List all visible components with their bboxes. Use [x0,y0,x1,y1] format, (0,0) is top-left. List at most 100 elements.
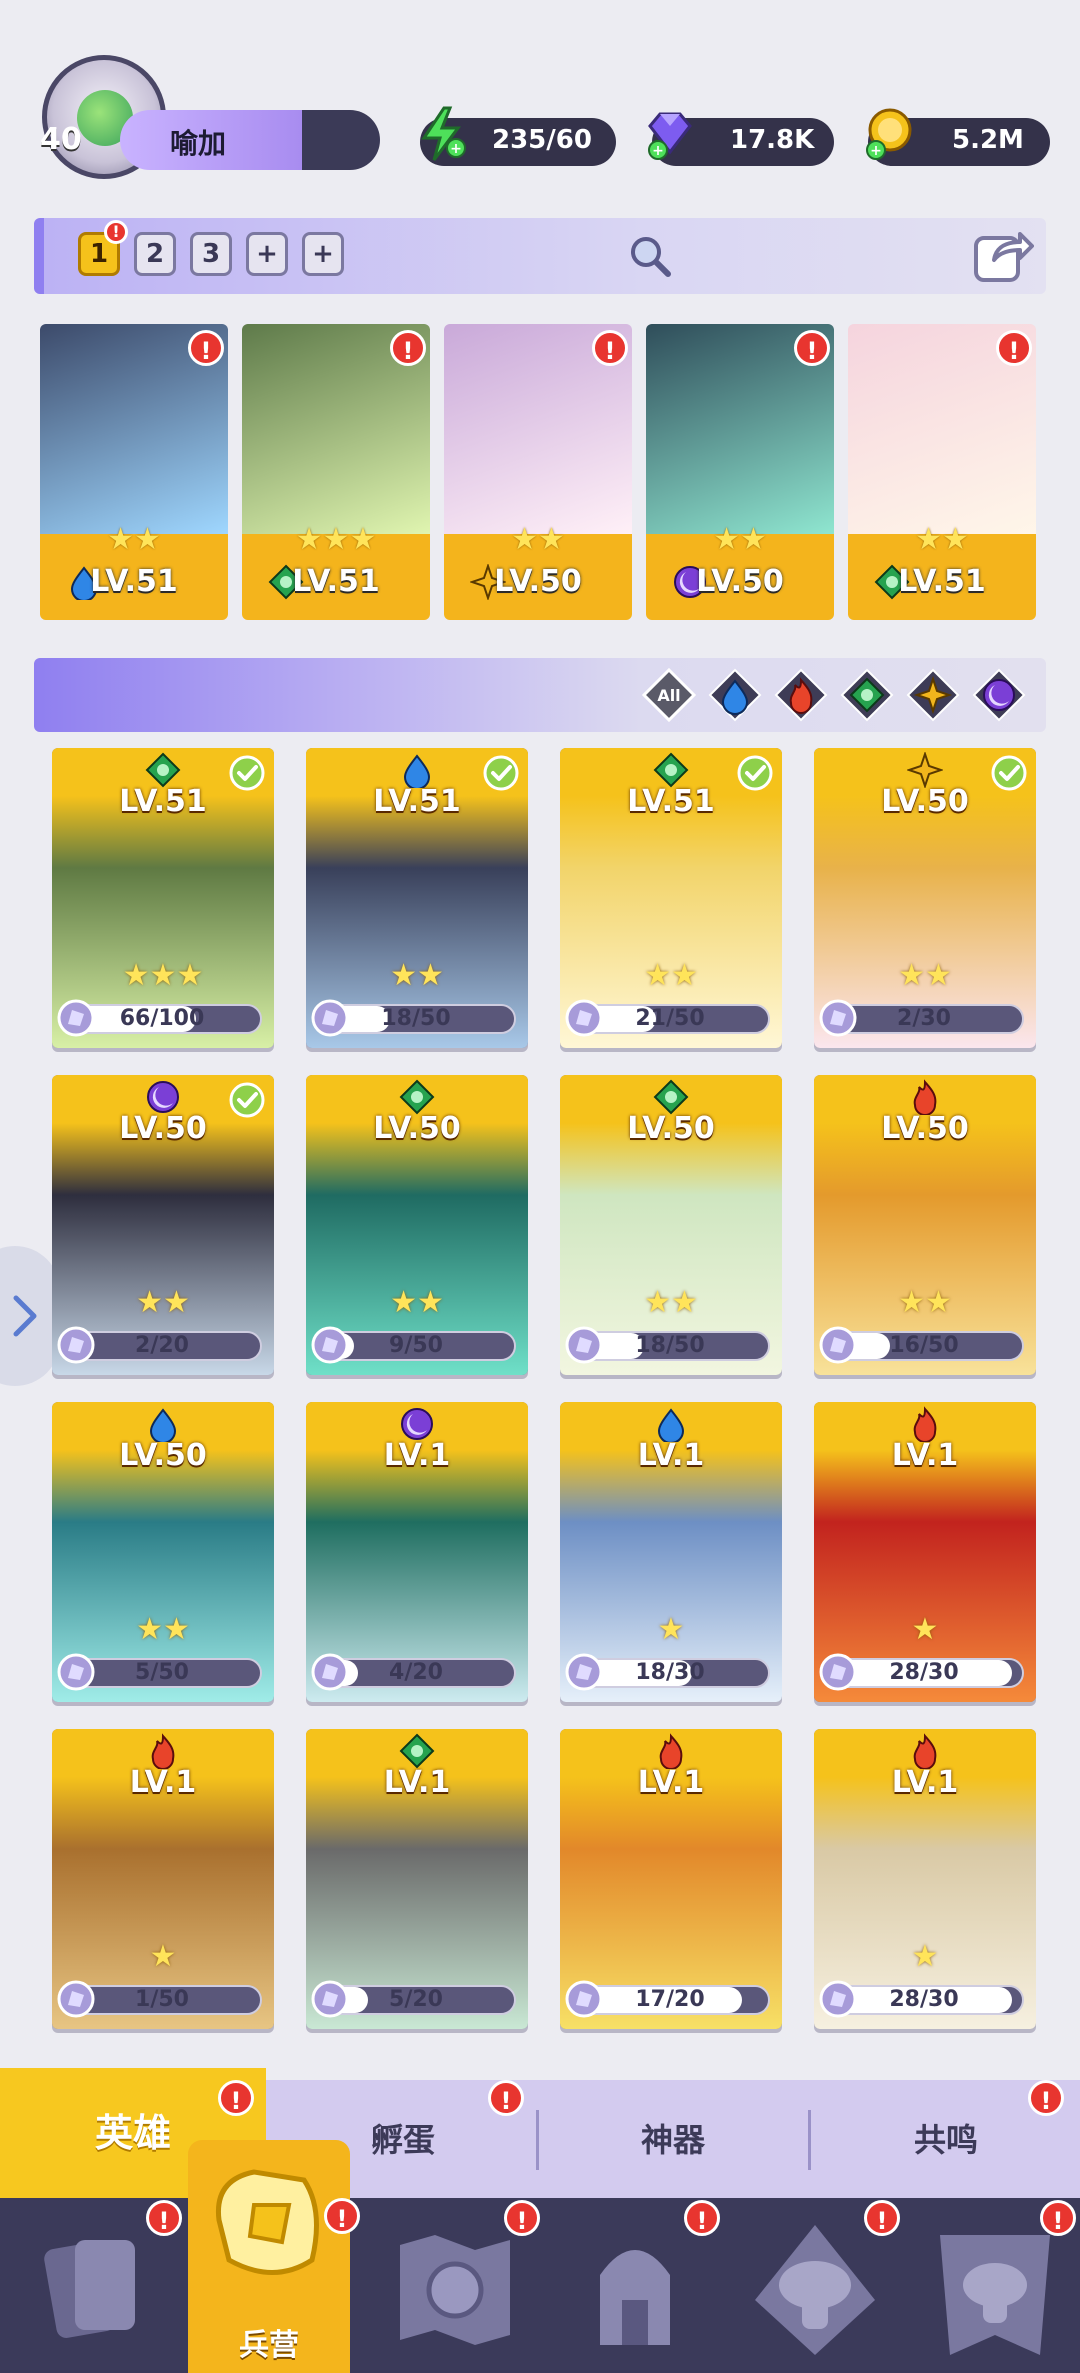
hero-card[interactable]: LV.50 ★★ 2/30 [814,748,1036,1048]
light-element-icon [905,750,945,790]
hero-shard-icon [565,1326,603,1364]
water-element-icon [657,1408,685,1444]
hero-shard-icon [565,999,603,1037]
team-slot-card[interactable]: ★★ LV.51 ! [40,324,228,620]
team-tab-3[interactable]: 3 [190,232,232,276]
star-rating: ★★ [107,522,161,557]
nav-map-alert-badge: ! [504,2200,540,2236]
hero-shard-icon [311,1653,349,1691]
subtab-artifacts[interactable]: 神器 [540,2085,806,2195]
nav-cards-icon[interactable] [20,2205,170,2365]
hero-shard-icon [565,1980,603,2018]
svg-text:+: + [870,143,882,159]
hero-card[interactable]: LV.50 ★★ 9/50 [306,1075,528,1375]
hero-card[interactable]: LV.50 ★★ 18/50 [560,1075,782,1375]
hero-shard-icon [819,999,857,1037]
element-badge [399,1079,435,1115]
team-tab-2[interactable]: 2 [134,232,176,276]
element-badge [905,750,945,790]
player-level: 40 [40,122,82,157]
share-icon[interactable] [972,224,1034,286]
element-badge [145,1079,181,1115]
subtab-heroes-alert-badge: ! [218,2080,254,2116]
element-badge [653,752,689,788]
fire-element-icon [913,1733,937,1770]
subtab-hatch-alert-badge: ! [488,2080,524,2116]
hero-card[interactable]: LV.50 ★★ 16/50 [814,1075,1036,1375]
energy-icon[interactable]: + [412,104,472,164]
hero-card[interactable]: LV.50 ★★ 2/20 [52,1075,274,1375]
divider [808,2110,811,2170]
hero-shard-icon [565,1653,603,1691]
energy-value: 235/60 [492,125,592,155]
fire-element-icon [659,1733,683,1770]
gem-icon[interactable]: + [640,104,700,164]
fire-element-icon [151,1733,175,1770]
gold-coin-icon[interactable]: + [860,104,920,164]
hero-shard-icon [819,1326,857,1364]
wind-element-icon [653,1079,689,1115]
team-tab-add-2[interactable]: + [302,232,344,276]
filter-all-button[interactable]: All [641,667,697,723]
hero-card[interactable]: LV.1 5/20 [306,1729,528,2029]
filter-fire-button[interactable] [774,668,828,722]
alert-badge: ! [794,330,830,366]
element-badge [145,752,181,788]
wind-element-icon [399,1733,435,1769]
light-filter-frame [906,668,960,722]
hero-shard-icon [57,1653,95,1691]
filter-water-button[interactable] [708,668,762,722]
fire-filter-frame [774,668,828,722]
hero-card[interactable]: LV.51 ★★★ 66/100 [52,748,274,1048]
hero-card[interactable]: LV.51 ★★ 21/50 [560,748,782,1048]
nav-mushroom-alert-badge: ! [864,2200,900,2236]
star-rating: ★ [911,1612,939,1647]
side-panel-toggle[interactable] [0,1246,60,1386]
star-rating: ★★ [136,1285,190,1320]
filter-wind-button[interactable] [840,668,894,722]
hero-card[interactable]: LV.1 ★ 1/50 [52,1729,274,2029]
team-slot-card[interactable]: ★★ LV.51 ! [848,324,1036,620]
player-name-pill [120,110,380,170]
team-slot-card[interactable]: ★★★ LV.51 ! [242,324,430,620]
team-slot-card[interactable]: ★★ LV.50 ! [444,324,632,620]
filter-light-button[interactable] [906,668,960,722]
star-rating: ★ [657,1612,685,1647]
divider [536,2110,539,2170]
star-rating: ★★★ [122,958,204,993]
star-rating: ★★ [390,1285,444,1320]
search-icon[interactable] [626,232,672,278]
svg-text:+: + [450,141,462,157]
chevron-right-icon [13,1295,37,1337]
hero-card[interactable]: LV.1 ★ 28/30 [814,1402,1036,1702]
hero-shard-icon [57,999,95,1037]
hero-level: LV.50 [696,564,784,599]
hero-level: LV.1 [891,1765,959,1800]
hero-card[interactable]: LV.1 4/20 [306,1402,528,1702]
star-rating: ★★ [644,958,698,993]
star-rating: ★ [149,1939,177,1974]
hero-level: LV.1 [637,1765,705,1800]
team-slot-card[interactable]: ★★ LV.50 ! [646,324,834,620]
hero-card[interactable]: LV.51 ★★ 18/50 [306,748,528,1048]
hero-card[interactable]: LV.50 ★★ 5/50 [52,1402,274,1702]
hero-level: LV.51 [90,564,178,599]
hero-shard-icon [819,1653,857,1691]
nav-barracks-icon[interactable] [194,2150,344,2310]
hero-level: LV.50 [119,1438,207,1473]
filter-dark-button[interactable] [972,668,1026,722]
team-selector-bar [34,218,1046,294]
element-badge [653,1733,689,1770]
star-rating: ★★ [713,522,767,557]
team-tab-add-1[interactable]: + [246,232,288,276]
hero-level: LV.1 [383,1438,451,1473]
fire-element-icon [913,1406,937,1443]
hero-level: LV.50 [494,564,582,599]
hero-level: LV.51 [373,784,461,819]
hero-card[interactable]: LV.1 ★ 28/30 [814,1729,1036,2029]
hero-shard-icon [311,999,349,1037]
hero-card[interactable]: LV.1 ★ 18/30 [560,1402,782,1702]
hero-card[interactable]: LV.1 17/20 [560,1729,782,2029]
hero-level: LV.51 [627,784,715,819]
wind-element-icon [145,752,181,788]
